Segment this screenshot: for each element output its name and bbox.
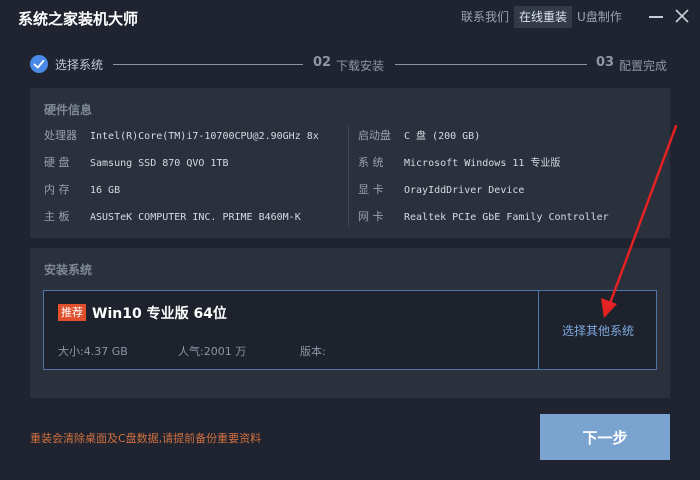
hw-row-motherboard: 主 板 ASUSTeK COMPUTER INC. PRIME B460M-K bbox=[44, 209, 301, 225]
title-bar: 系统之家装机大师 联系我们 在线重装 U盘制作 bbox=[0, 0, 700, 36]
hw-row-disk: 硬 盘 Samsung SSD 870 QVO 1TB bbox=[44, 155, 228, 171]
os-name: Win10 专业版 64位 bbox=[92, 306, 227, 322]
hw-row-nic: 网 卡 Realtek PCIe GbE Family Controller bbox=[358, 209, 609, 225]
hw-row-boot-disk: 启动盘 C 盘 (200 GB) bbox=[358, 128, 480, 144]
hw-value: ASUSTeK COMPUTER INC. PRIME B460M-K bbox=[90, 212, 301, 223]
data-loss-warning: 重装会清除桌面及C盘数据,请提前备份重要资料 bbox=[30, 432, 262, 445]
hw-key: 内 存 bbox=[44, 183, 70, 196]
step-3-number: 03 bbox=[596, 55, 615, 70]
hw-value: OrayIddDriver Device bbox=[404, 185, 525, 196]
hw-value: Samsung SSD 870 QVO 1TB bbox=[90, 158, 229, 169]
hw-key: 处理器 bbox=[44, 129, 77, 142]
close-icon[interactable] bbox=[672, 6, 692, 26]
hw-key: 硬 盘 bbox=[44, 156, 70, 169]
recommended-badge: 推荐 bbox=[58, 304, 86, 321]
step-3-label: 配置完成 bbox=[619, 59, 668, 73]
step-2-number: 02 bbox=[313, 55, 332, 70]
hw-key: 主 板 bbox=[44, 210, 70, 223]
hw-value: Microsoft Windows 11 专业版 bbox=[404, 158, 561, 169]
step-connector bbox=[113, 64, 303, 65]
hardware-info-panel: 硬件信息 处理器 Intel(R)Core(TM)i7-10700CPU@2.90… bbox=[30, 88, 670, 238]
hw-value: Realtek PCIe GbE Family Controller bbox=[404, 212, 609, 223]
os-version: 版本: bbox=[300, 345, 326, 358]
hw-key: 网 卡 bbox=[358, 210, 384, 223]
hw-key: 系 统 bbox=[358, 156, 384, 169]
os-popularity: 人气:2001 万 bbox=[178, 345, 247, 358]
select-other-system-link[interactable]: 选择其他系统 bbox=[539, 291, 657, 369]
hw-row-os: 系 统 Microsoft Windows 11 专业版 bbox=[358, 155, 560, 171]
hw-key: 启动盘 bbox=[358, 129, 391, 142]
nav-usb-maker[interactable]: U盘制作 bbox=[572, 6, 627, 28]
step-progress: 选择系统 02 下载安装 03 配置完成 bbox=[0, 50, 700, 80]
step-2-label: 下载安装 bbox=[336, 59, 385, 73]
install-section-title: 安装系统 bbox=[44, 263, 93, 277]
hw-value: Intel(R)Core(TM)i7-10700CPU@2.90GHz 8x bbox=[90, 131, 319, 142]
hw-key: 显 卡 bbox=[358, 183, 384, 196]
top-nav: 联系我们 在线重装 U盘制作 bbox=[456, 6, 627, 28]
hw-row-cpu: 处理器 Intel(R)Core(TM)i7-10700CPU@2.90GHz 8… bbox=[44, 128, 319, 144]
step-1-label: 选择系统 bbox=[55, 58, 104, 72]
nav-online-reinstall[interactable]: 在线重装 bbox=[514, 6, 573, 28]
os-size: 大小:4.37 GB bbox=[58, 345, 128, 358]
hw-divider bbox=[348, 126, 349, 228]
nav-contact-us[interactable]: 联系我们 bbox=[456, 6, 514, 28]
install-system-panel: 安装系统 推荐 Win10 专业版 64位 大小:4.37 GB 人气:2001… bbox=[30, 248, 670, 398]
minimize-icon[interactable] bbox=[646, 6, 666, 26]
check-circle-icon bbox=[30, 55, 48, 73]
hw-row-memory: 内 存 16 GB bbox=[44, 182, 120, 198]
step-connector bbox=[395, 64, 587, 65]
hw-value: 16 GB bbox=[90, 185, 121, 196]
recommended-os-card[interactable]: 推荐 Win10 专业版 64位 大小:4.37 GB 人气:2001 万 版本… bbox=[43, 290, 657, 370]
app-title: 系统之家装机大师 bbox=[18, 10, 139, 28]
next-step-button[interactable]: 下一步 bbox=[540, 414, 670, 460]
hw-value: C 盘 (200 GB) bbox=[404, 131, 481, 142]
hw-row-gpu: 显 卡 OrayIddDriver Device bbox=[358, 182, 524, 198]
hardware-section-title: 硬件信息 bbox=[44, 103, 93, 117]
